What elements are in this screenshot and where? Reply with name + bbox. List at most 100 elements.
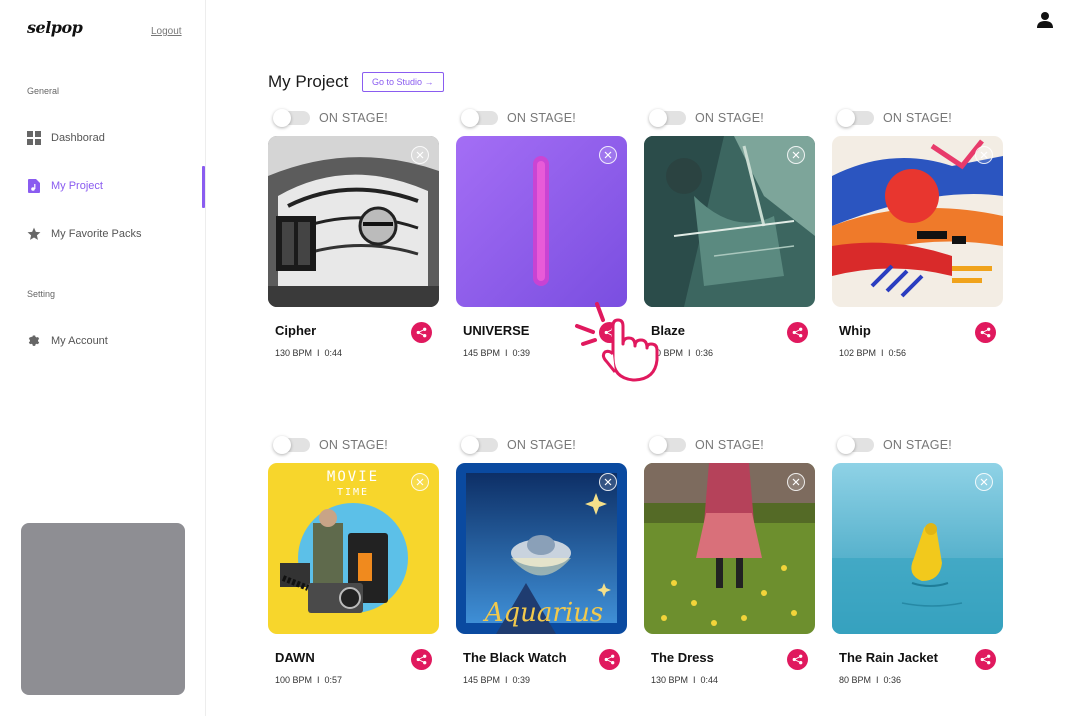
on-stage-toggle[interactable] [273,109,310,127]
project-cover-whip[interactable] [832,136,1003,307]
project-cover-the-black-watch[interactable]: Aquarius [456,463,627,634]
on-stage-toggle[interactable] [837,436,874,454]
project-cover-cipher[interactable] [268,136,439,307]
sidebar-promo-card[interactable] [21,523,185,695]
project-name[interactable]: Whip [839,323,871,338]
project-bpm: 145 BPM [463,675,501,685]
project-name[interactable]: UNIVERSE [463,323,529,338]
project-bpm: 60 BPM [651,348,684,358]
close-icon [980,151,988,159]
on-stage-toggle-row: ON STAGE! [837,436,952,454]
remove-project-button[interactable] [411,473,429,491]
remove-project-button[interactable] [411,146,429,164]
cover-text-time: TIME [337,487,369,498]
project-card-universe: ON STAGE! UNIVERSE 145 BPM I 0:39 [456,109,627,370]
share-button[interactable] [787,322,808,343]
project-bpm: 130 BPM [275,348,313,358]
share-icon [604,327,615,338]
project-duration: 0:44 [700,675,719,685]
project-cover-blaze[interactable] [644,136,815,307]
on-stage-label: ON STAGE! [883,438,952,452]
share-icon [604,654,615,665]
cover-text-aquarius: Aquarius [483,598,604,628]
sidebar-item-label: My Project [51,180,103,192]
on-stage-toggle[interactable] [649,109,686,127]
section-label-setting: Setting [27,289,56,299]
on-stage-label: ON STAGE! [695,111,764,125]
project-bpm: 130 BPM [651,675,689,685]
project-cover-dawn[interactable]: MOVIE TIME [268,463,439,634]
on-stage-label: ON STAGE! [319,111,388,125]
project-name[interactable]: Blaze [651,323,685,338]
project-card-dawn: ON STAGE! MOVIE TIME DAWN 100 BPM I 0:57 [268,436,439,697]
close-icon [604,151,612,159]
share-icon [980,327,991,338]
share-button[interactable] [975,322,996,343]
close-icon [792,151,800,159]
close-icon [604,478,612,486]
on-stage-label: ON STAGE! [507,438,576,452]
sidebar-item-label: My Favorite Packs [51,228,142,240]
share-button[interactable] [787,649,808,670]
project-card-the-rain-jacket: ON STAGE! The Rain Jacket 80 BPM I 0:36 [832,436,1003,697]
project-bpm: 102 BPM [839,348,877,358]
sidebar-item-label: Dashborad [51,132,105,144]
project-bpm: 100 BPM [275,675,313,685]
app-logo[interactable]: selpop [27,18,83,37]
on-stage-toggle-row: ON STAGE! [461,109,576,127]
sidebar-item-my-account[interactable]: My Account [27,331,202,351]
user-icon[interactable] [1036,11,1054,29]
share-button[interactable] [975,649,996,670]
on-stage-toggle[interactable] [461,436,498,454]
project-cover-the-rain-jacket[interactable] [832,463,1003,634]
remove-project-button[interactable] [975,473,993,491]
project-meta: 100 BPM I 0:57 [275,675,343,685]
remove-project-button[interactable] [599,473,617,491]
project-card-the-dress: ON STAGE! The Dress 130 BPM I 0:44 [644,436,815,697]
remove-project-button[interactable] [599,146,617,164]
on-stage-label: ON STAGE! [319,438,388,452]
star-icon [27,227,41,241]
share-button[interactable] [411,649,432,670]
sidebar: selpop Logout General Dashborad My Proje… [0,0,206,716]
on-stage-toggle[interactable] [273,436,310,454]
project-name[interactable]: The Dress [651,650,714,665]
project-duration: 0:36 [883,675,902,685]
project-meta: 145 BPM I 0:39 [463,348,531,358]
on-stage-toggle[interactable] [837,109,874,127]
project-cover-universe[interactable] [456,136,627,307]
go-to-studio-button[interactable]: Go to Studio → [362,72,444,92]
project-meta: 60 BPM I 0:36 [651,348,714,358]
share-button[interactable] [599,649,620,670]
on-stage-toggle[interactable] [649,436,686,454]
remove-project-button[interactable] [975,146,993,164]
project-name[interactable]: The Rain Jacket [839,650,938,665]
project-bpm: 80 BPM [839,675,872,685]
project-duration: 0:36 [695,348,714,358]
share-icon [792,654,803,665]
share-icon [792,327,803,338]
on-stage-toggle-row: ON STAGE! [461,436,576,454]
on-stage-label: ON STAGE! [507,111,576,125]
page-title: My Project [268,72,349,91]
project-name[interactable]: DAWN [275,650,315,665]
remove-project-button[interactable] [787,146,805,164]
project-name[interactable]: The Black Watch [463,650,567,665]
sidebar-item-my-project[interactable]: My Project [27,176,202,196]
sidebar-item-favorite-packs[interactable]: My Favorite Packs [27,224,202,244]
project-cover-the-dress[interactable] [644,463,815,634]
share-icon [980,654,991,665]
sidebar-item-dashboard[interactable]: Dashborad [27,128,202,148]
share-button[interactable] [599,322,620,343]
project-card-whip: ON STAGE! Whip 102 BPM I 0:56 [832,109,1003,370]
remove-project-button[interactable] [787,473,805,491]
close-icon [980,478,988,486]
share-button[interactable] [411,322,432,343]
on-stage-toggle[interactable] [461,109,498,127]
share-icon [416,654,427,665]
on-stage-label: ON STAGE! [695,438,764,452]
logout-link[interactable]: Logout [151,26,182,37]
active-indicator [202,166,205,208]
project-meta: 80 BPM I 0:36 [839,675,902,685]
project-name[interactable]: Cipher [275,323,316,338]
